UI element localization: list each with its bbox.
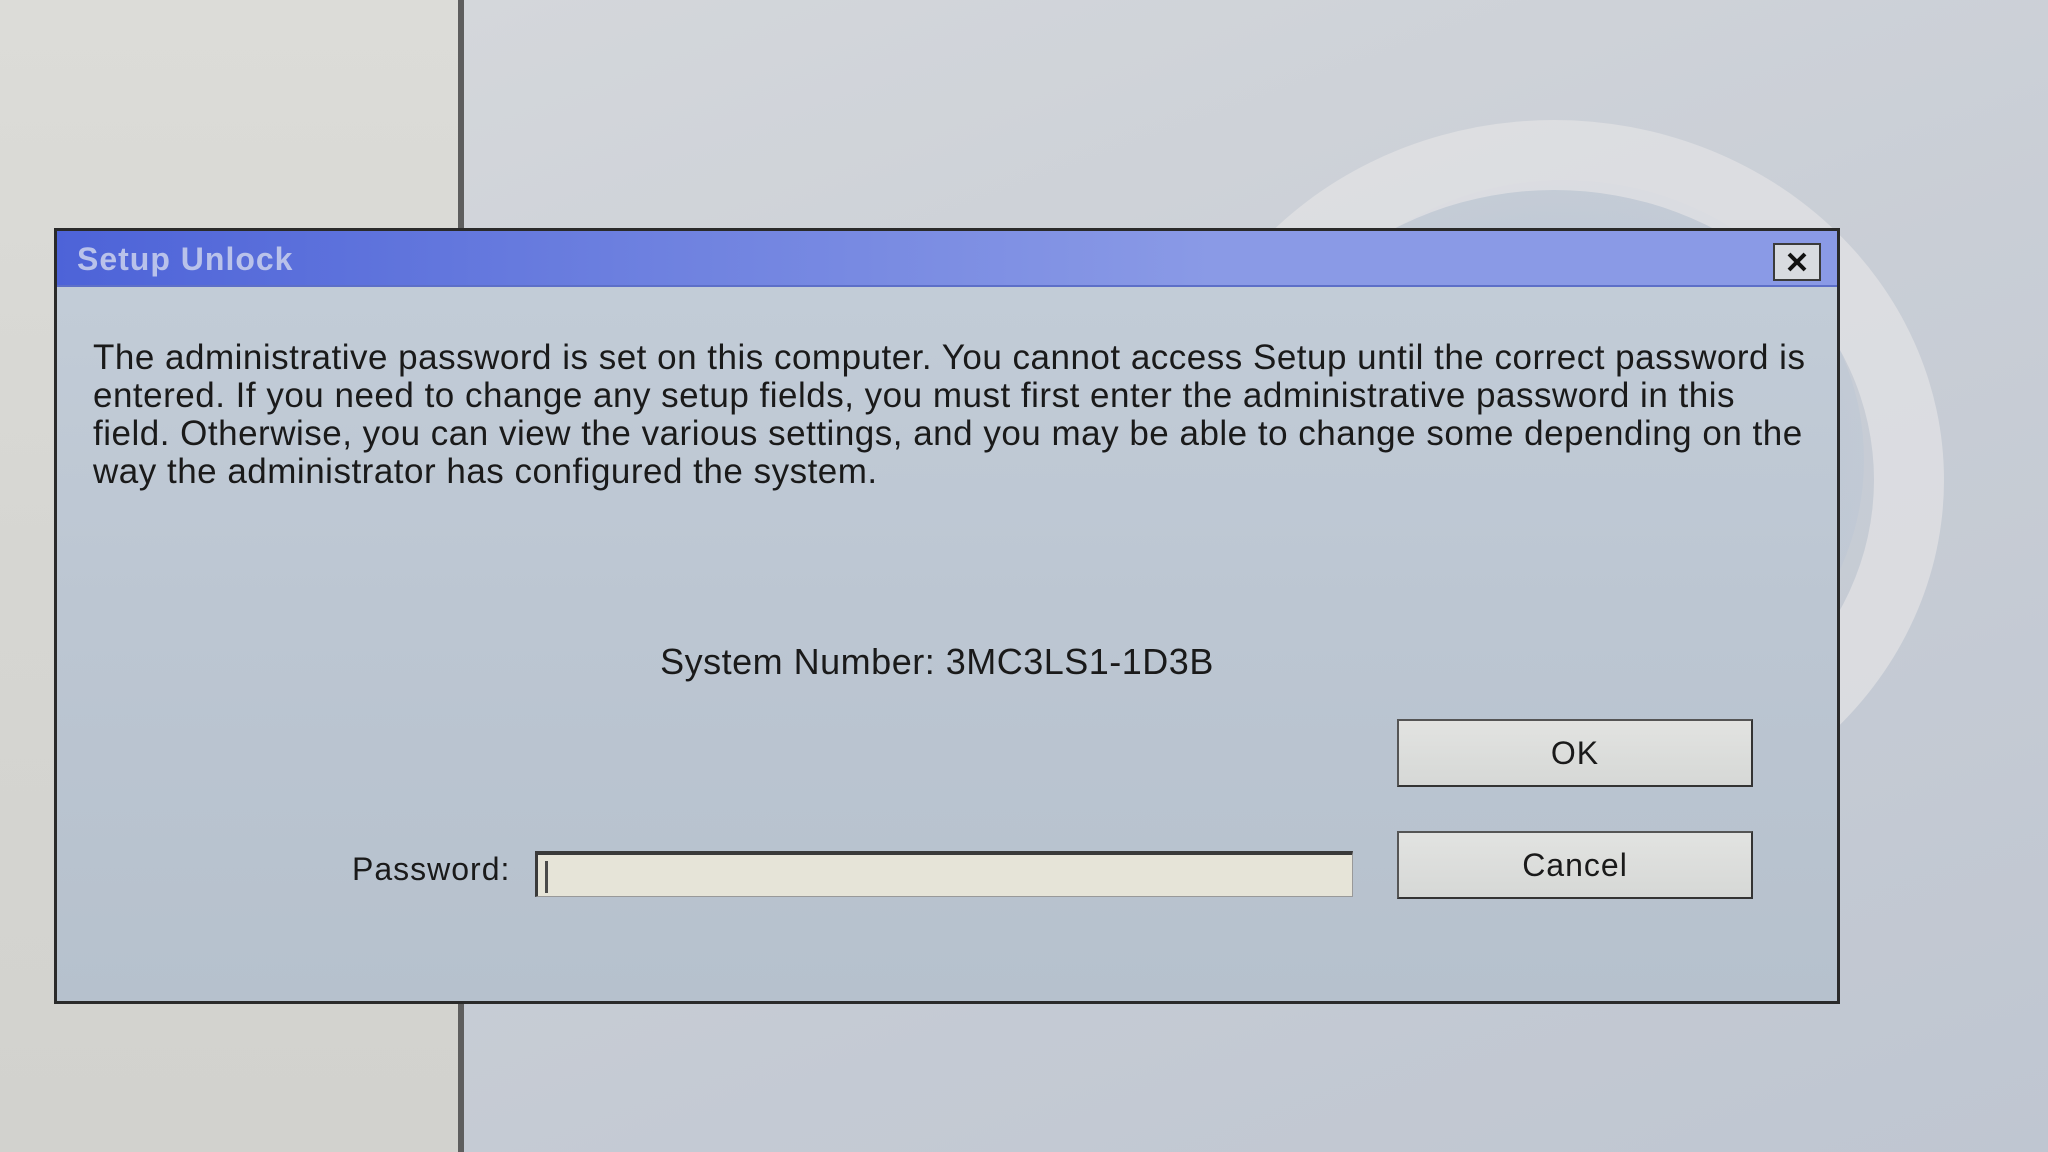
text-caret [545, 861, 548, 893]
system-number-text: System Number: 3MC3LS1-1D3B [660, 641, 1214, 682]
password-field[interactable] [535, 851, 1353, 897]
dialog-message: The administrative password is set on th… [93, 338, 1806, 491]
setup-unlock-dialog: Setup Unlock The administrative password… [54, 228, 1840, 1004]
close-icon [1784, 251, 1810, 273]
dialog-title: Setup Unlock [77, 241, 294, 277]
dialog-titlebar[interactable]: Setup Unlock [57, 231, 1837, 287]
close-button[interactable] [1773, 243, 1821, 281]
ok-button[interactable]: OK [1397, 719, 1753, 787]
cancel-button[interactable]: Cancel [1397, 831, 1753, 899]
password-label: Password: [352, 851, 511, 887]
